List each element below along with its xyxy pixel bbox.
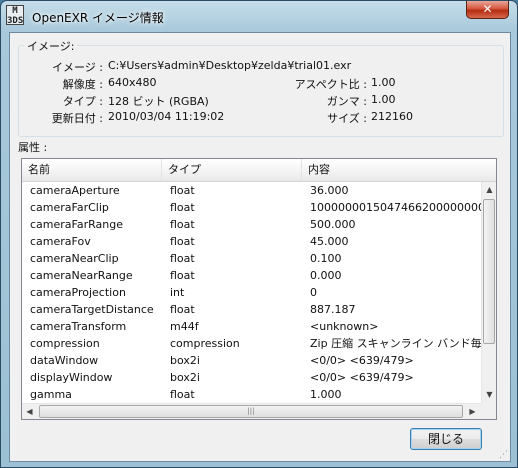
column-header-name[interactable]: 名前 [22, 159, 162, 181]
attr-content: 0.000 [310, 269, 342, 282]
window-close-button[interactable]: ✕ [466, 1, 509, 19]
attr-type: float [170, 218, 195, 231]
table-row[interactable]: cameraFarClip float 1000000015047466200000… [22, 199, 482, 216]
attr-name: cameraNearClip [30, 252, 119, 265]
attr-content: 1.000 [310, 388, 342, 401]
attr-type: compression [170, 337, 240, 350]
gamma-label: ガンマ : [326, 95, 367, 108]
attr-name: cameraFarRange [30, 218, 123, 231]
dialog-client: イメージ: イメージ : C:¥Users¥admin¥Desktop¥zeld… [9, 32, 511, 462]
attr-type: float [170, 201, 195, 214]
list-rows: cameraAperture float 36.000 cameraFarClip f… [22, 182, 482, 403]
attr-content: 500.000 [310, 218, 356, 231]
scroll-up-arrow-icon[interactable]: ▲ [482, 182, 496, 198]
attr-content: 887.187 [310, 303, 356, 316]
vertical-scroll-thumb[interactable] [483, 199, 495, 344]
attr-content: <0/0> <639/479> [310, 371, 414, 384]
attr-name: compression [30, 337, 100, 350]
table-row[interactable]: displayWindow box2i <0/0> <639/479> [22, 369, 482, 386]
image-info-group: イメージ: イメージ : C:¥Users¥admin¥Desktop¥zeld… [18, 38, 504, 137]
attr-name: cameraFov [30, 235, 91, 248]
close-button[interactable]: 閉じる [410, 428, 482, 450]
attr-type: float [170, 184, 195, 197]
table-row[interactable]: cameraNearRange float 0.000 [22, 267, 482, 284]
scroll-left-arrow-icon[interactable]: ◀ [22, 404, 37, 419]
size-value: 212160 [371, 110, 413, 123]
table-row[interactable]: cameraAperture float 36.000 [22, 182, 482, 199]
attributes-list[interactable]: 名前 タイプ 内容 cameraAperture float 36.000 came… [21, 158, 497, 420]
updated-value: 2010/03/04 11:19:02 [108, 110, 225, 123]
table-row[interactable]: compression compression Zip 圧縮 スキャンライン バンド… [22, 335, 482, 352]
window-title: OpenEXR イメージ情報 [32, 11, 164, 25]
resolution-label: 解像度 : [62, 78, 103, 91]
attr-type: float [170, 252, 195, 265]
attr-content: 36.000 [310, 184, 349, 197]
horizontal-scroll-thumb[interactable]: ||| [39, 405, 463, 418]
attr-type: float [170, 303, 195, 316]
attr-content: <0/0> <639/479> [310, 354, 414, 367]
attr-name: displayWindow [30, 371, 113, 384]
updated-label: 更新日付 : [51, 112, 103, 125]
attr-type: int [170, 286, 185, 299]
attr-content: 10000000150474662000000000... [310, 201, 482, 214]
aspect-value: 1.00 [371, 76, 396, 89]
app-icon: M 3DS [6, 5, 24, 26]
table-row[interactable]: cameraFarRange float 500.000 [22, 216, 482, 233]
scroll-down-arrow-icon[interactable]: ▼ [482, 387, 496, 403]
table-row[interactable]: cameraFov float 45.000 [22, 233, 482, 250]
attr-name: gamma [30, 388, 72, 401]
column-header-content[interactable]: 内容 [302, 159, 496, 181]
table-row[interactable]: cameraTransform m44f <unknown> [22, 318, 482, 335]
attr-type: float [170, 269, 195, 282]
resolution-value: 640x480 [108, 76, 157, 89]
scroll-right-arrow-icon[interactable]: ▶ [465, 404, 480, 419]
aspect-label: アスペクト比 : [294, 78, 367, 91]
table-row[interactable]: cameraProjection int 0 [22, 284, 482, 301]
attr-type: box2i [170, 371, 200, 384]
attr-type: float [170, 235, 195, 248]
attr-type: float [170, 388, 195, 401]
attr-content: Zip 圧縮 スキャンライン バンド毎 (... [310, 337, 482, 350]
vertical-scrollbar[interactable]: ▲ ▼ [481, 182, 496, 403]
attr-name: cameraTargetDistance [30, 303, 154, 316]
dialog-window: M 3DS OpenEXR イメージ情報 ✕ イメージ: イメージ : C:¥Us… [0, 0, 518, 468]
table-row[interactable]: gamma float 1.000 [22, 386, 482, 403]
attr-name: dataWindow [30, 354, 99, 367]
table-row[interactable]: dataWindow box2i <0/0> <639/479> [22, 352, 482, 369]
attr-content: <unknown> [310, 320, 379, 333]
attr-content: 0 [310, 286, 317, 299]
attributes-label: 属性 : [18, 141, 48, 154]
attr-content: 0.100 [310, 252, 342, 265]
attr-name: cameraTransform [30, 320, 127, 333]
attr-name: cameraFarClip [30, 201, 109, 214]
attr-content: 45.000 [310, 235, 349, 248]
attr-name: cameraNearRange [30, 269, 133, 282]
image-path-value: C:¥Users¥admin¥Desktop¥zelda¥trial01.exr [108, 59, 352, 72]
table-row[interactable]: cameraTargetDistance float 887.187 [22, 301, 482, 318]
resize-grip-icon[interactable]: ⋰ [499, 450, 508, 460]
list-header: 名前 タイプ 内容 [22, 159, 496, 182]
image-label: イメージ : [52, 61, 103, 74]
type-label: タイプ : [62, 95, 103, 108]
attr-name: cameraProjection [30, 286, 126, 299]
attr-name: cameraAperture [30, 184, 120, 197]
column-header-type[interactable]: タイプ [162, 159, 302, 181]
title-bar[interactable]: M 3DS OpenEXR イメージ情報 ✕ [1, 1, 517, 33]
scrollbar-corner [481, 403, 496, 419]
type-value: 128 ビット (RGBA) [108, 95, 209, 108]
attr-type: box2i [170, 354, 200, 367]
gamma-value: 1.00 [371, 93, 396, 106]
size-label: サイズ : [327, 112, 367, 125]
horizontal-scrollbar[interactable]: ◀ ||| ▶ [22, 403, 481, 419]
image-group-legend: イメージ: [25, 38, 77, 54]
table-row[interactable]: cameraNearClip float 0.100 [22, 250, 482, 267]
attr-type: m44f [170, 320, 199, 333]
